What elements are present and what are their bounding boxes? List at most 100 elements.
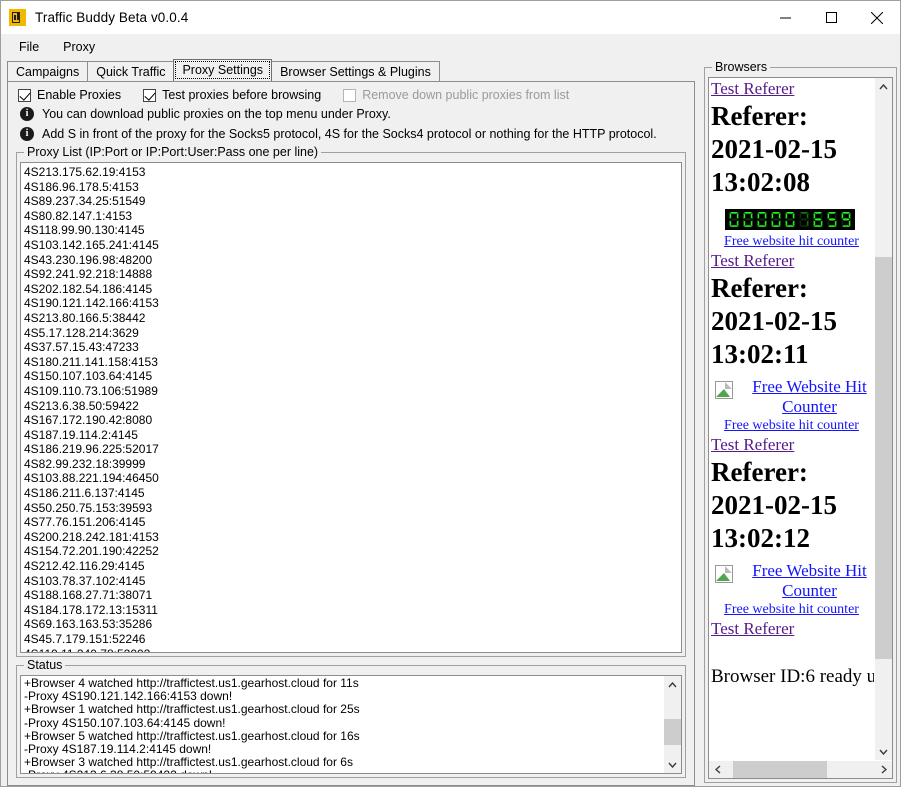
proxy-list-line: 4S37.57.15.43:47233 (24, 340, 139, 355)
status-legend: Status (24, 658, 66, 672)
proxy-list-line: 4S45.7.179.151:52246 (24, 632, 146, 646)
browsers-scroll-track[interactable] (875, 95, 892, 743)
menu-bar: File Proxy (1, 34, 900, 59)
chevron-down-icon[interactable] (664, 756, 681, 773)
test-referer-link[interactable]: Test Referer (711, 250, 872, 272)
proxy-list-line: 4S200.218.242.181:4153 (24, 529, 159, 544)
tab-browser-settings-plugins[interactable]: Browser Settings & Plugins (271, 61, 440, 81)
referer-heading: Referer: 2021-02-15 13:02:08 (711, 101, 837, 197)
browsers-scroll-thumb[interactable] (875, 257, 892, 659)
browser-ready-text: Browser ID:6 ready using (711, 666, 874, 687)
status-scroll-thumb[interactable] (664, 719, 681, 745)
test-referer-link[interactable]: Test Referer (711, 78, 872, 100)
broken-image-icon (715, 565, 733, 583)
app-window: Traffic Buddy Beta v0.0.4 File Proxy Cam… (0, 0, 901, 787)
tab-quick-traffic[interactable]: Quick Traffic (87, 61, 175, 81)
tab-campaigns[interactable]: Campaigns (7, 61, 89, 81)
proxy-list-line: 4S186.219.96.225:52017 (24, 442, 159, 457)
proxy-list-line: 4S212.42.116.29:4145 (24, 559, 145, 574)
minimize-button[interactable] (762, 1, 808, 34)
checkbox-enable-proxies[interactable]: Enable Proxies (18, 88, 121, 102)
hit-counter-row: Free Website Hit Counter (711, 371, 872, 417)
tab-proxy-settings[interactable]: Proxy Settings (173, 59, 273, 81)
maximize-button[interactable] (808, 1, 854, 34)
browsers-vscrollbar[interactable] (874, 78, 892, 760)
checkbox-remove-down-proxies: Remove down public proxies from list (343, 88, 569, 102)
broken-image-icon (715, 381, 733, 399)
proxy-list-line: 4S103.78.37.102:4145 (24, 573, 146, 588)
proxy-list-line: 4S213.175.62.19:4153 (24, 165, 146, 179)
free-website-hit-counter-caption[interactable]: Free website hit counter (711, 601, 872, 618)
checkbox-enable-proxies-label: Enable Proxies (37, 88, 122, 102)
hit-counter-digit (755, 211, 769, 228)
hit-counter-digit (825, 211, 839, 228)
proxy-list-line: 4S190.121.142.166:4153 (24, 296, 159, 311)
hit-counter-row: Free Website Hit Counter (711, 555, 872, 601)
chevron-down-icon[interactable] (875, 743, 892, 760)
status-list-items[interactable]: +Browser 4 watched http://traffictest.us… (21, 676, 663, 773)
browsers-preview[interactable]: Test Referer Referer: 2021-02-15 13:02:08 Fr… (708, 77, 893, 779)
proxy-list-line: 4S92.241.92.218:14888 (24, 267, 153, 282)
info-icon: i (20, 127, 34, 141)
window-title: Traffic Buddy Beta v0.0.4 (35, 10, 189, 25)
proxy-list-line: 4S180.211.141.158:4153 (24, 354, 158, 369)
browsers-content[interactable]: Test Referer Referer: 2021-02-15 13:02:08 Fr… (709, 78, 874, 760)
free-website-hit-counter-caption[interactable]: Free website hit counter (711, 233, 872, 250)
status-row[interactable]: -Proxy 4S150.107.103.64:4145 down! (21, 716, 663, 730)
menu-item-file[interactable]: File (7, 36, 51, 58)
chevron-up-icon[interactable] (664, 676, 681, 693)
checkbox-test-proxies-box[interactable] (143, 88, 157, 102)
left-column: Campaigns Quick Traffic Proxy Settings B… (1, 59, 701, 786)
proxy-list-input[interactable]: 4S213.175.62.19:4153 4S186.96.178.5:4153 4… (20, 162, 682, 653)
free-website-hit-counter-link[interactable]: Free Website Hit Counter (747, 561, 872, 601)
status-scroll-track[interactable] (664, 693, 681, 756)
options-row: Enable Proxies Test proxies before brows… (8, 82, 694, 104)
proxy-list-line: 4S80.82.147.1:4153 (24, 208, 133, 223)
info-line-download-proxies: i You can download public proxies on the… (8, 104, 694, 124)
close-button[interactable] (854, 1, 900, 34)
chevron-right-icon[interactable] (875, 761, 892, 778)
free-website-hit-counter-link[interactable]: Free Website Hit Counter (747, 377, 872, 417)
bar-chart-icon (9, 9, 26, 26)
proxy-list-line: 4S167.172.190.42:8080 (24, 413, 153, 428)
chevron-up-icon[interactable] (875, 78, 892, 95)
proxy-list-line: 4S150.107.103.64:4145 (24, 369, 153, 384)
browsers-hscrollbar[interactable] (709, 760, 892, 778)
proxy-list-line: 4S187.19.114.2:4145 (24, 427, 138, 442)
hit-counter-digit (727, 211, 741, 228)
proxy-list-line: 4S109.110.73.106:51989 (24, 383, 158, 398)
test-referer-link[interactable]: Test Referer (711, 434, 872, 456)
proxy-list-line: 4S5.17.128.214:3629 (24, 325, 139, 340)
status-scrollbar[interactable] (663, 676, 681, 773)
test-referer-link[interactable]: Test Referer (711, 618, 872, 640)
referer-heading: Referer: 2021-02-15 13:02:11 (711, 273, 837, 369)
proxy-list-line: 4S103.88.221.194:46450 (24, 471, 159, 486)
proxy-list-legend: Proxy List (IP:Port or IP:Port:User:Pass… (24, 145, 322, 159)
checkbox-test-proxies[interactable]: Test proxies before browsing (143, 88, 321, 102)
proxy-list-line: 4S188.168.27.71:38071 (24, 588, 153, 603)
checkbox-enable-proxies-box[interactable] (18, 88, 31, 102)
checkbox-remove-down-proxies-box (343, 88, 357, 102)
status-row[interactable]: -Proxy 4S213.6.38.50:59422 down! (21, 769, 663, 773)
info-icon: i (20, 107, 34, 121)
free-website-hit-counter-caption[interactable]: Free website hit counter (711, 417, 872, 434)
browsers-hscroll-track[interactable] (726, 761, 875, 778)
proxy-list-line: 4S213.80.166.5:38442 (24, 310, 146, 325)
browsers-hscroll-thumb[interactable] (733, 761, 828, 778)
proxy-settings-panel: Enable Proxies Test proxies before brows… (7, 81, 695, 786)
proxy-list-line: 4S118.99.90.130:4145 (24, 223, 145, 238)
tab-strip: Campaigns Quick Traffic Proxy Settings B… (1, 59, 701, 81)
proxy-list-line: 4S186.96.178.5:4153 (24, 179, 139, 194)
hit-counter-digit (811, 211, 825, 228)
proxy-list-line: 4S154.72.201.190:42252 (24, 544, 159, 559)
proxy-list-line: 4S202.182.54.186:4145 (24, 281, 153, 296)
hit-counter-digit (783, 211, 797, 228)
status-list[interactable]: +Browser 4 watched http://traffictest.us… (20, 675, 682, 774)
chevron-left-icon[interactable] (709, 761, 726, 778)
title-bar: Traffic Buddy Beta v0.0.4 (1, 1, 900, 34)
menu-item-proxy[interactable]: Proxy (51, 36, 107, 58)
info-text-2: Add S in front of the proxy for the Sock… (42, 127, 657, 141)
proxy-list-line: 4S82.99.232.18:39999 (24, 456, 146, 471)
proxy-list-line: 4S213.6.38.50:59422 (24, 398, 139, 413)
status-row[interactable]: +Browser 1 watched http://traffictest.us… (21, 703, 663, 716)
